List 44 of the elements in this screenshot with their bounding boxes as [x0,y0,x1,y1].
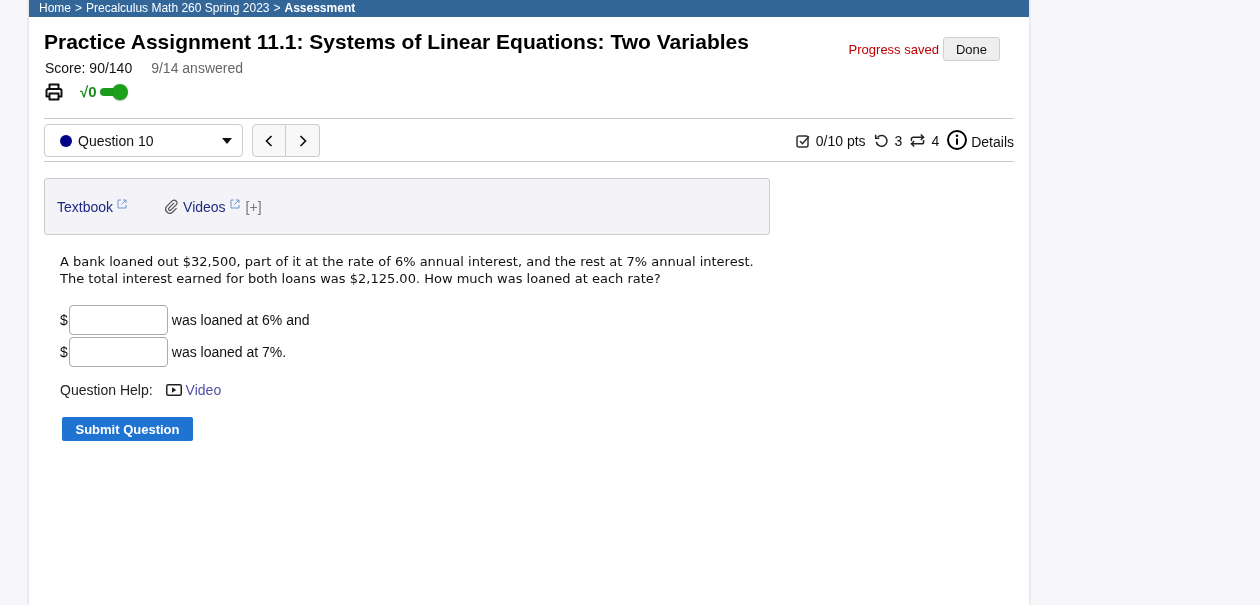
math-display-label: √0 [80,83,97,101]
breadcrumb-link[interactable]: Precalculus Math 260 Spring 2023 [86,0,270,17]
retry-count: 3 [894,132,903,149]
done-button[interactable]: Done [942,37,1000,61]
video-link[interactable]: Video [185,382,222,398]
answered-count: 9/14 answered [151,59,243,77]
external-link-icon [117,198,128,209]
chevron-right-icon [298,134,307,147]
score-text: Score: 90/140 [45,59,133,77]
currency-sign: $ [60,312,68,328]
breadcrumb-link[interactable]: Home [39,0,71,17]
video-play-icon [165,384,182,396]
print-icon[interactable] [45,83,63,101]
question-text: A bank loaned out $32,500, part of it at the rate of 6% annual interest, and the rest at 7% annual interest. The total interest earned for both loans was $2,125.00. How much was loaned at each rate? [60,253,755,287]
retry-icon [873,133,889,148]
assignment-title: Practice Assignment 11.1: Systems of Linear Equations: Two Variables [44,29,749,55]
chevron-left-icon [265,134,273,147]
points-text: 0/10 pts [815,132,866,149]
answer-field[interactable] [68,337,168,367]
info-icon [947,129,968,150]
breadcrumb-current: Assessment [284,0,356,17]
next-button[interactable] [286,124,320,157]
breadcrumb-separator: > [75,0,83,17]
paperclip-icon [164,199,180,214]
checkbox-tick-icon [795,133,810,148]
answer-label: was loaned at 6% and [171,312,310,328]
external-link-icon [229,198,240,209]
expand-link[interactable]: [+] [245,198,262,215]
currency-sign: $ [60,344,68,360]
answer-label: was loaned at 7%. [171,344,287,360]
question-select[interactable]: Question 10 [44,124,243,157]
progress-status: Progress saved [848,41,939,57]
breadcrumb-separator: > [273,0,281,17]
textbook-link[interactable]: Textbook [57,198,114,215]
question-help-label: Question Help: [60,382,153,398]
videos-link[interactable]: Videos [183,198,226,215]
repeat-icon [910,133,926,148]
answer-field[interactable] [68,305,168,335]
attempt-count: 4 [931,132,940,149]
previous-button[interactable] [252,124,286,157]
caret-down-icon [222,137,232,144]
submit-button[interactable]: Submit Question [62,417,193,441]
details-button[interactable]: Details [947,133,1014,150]
status-dot-icon [60,134,72,147]
